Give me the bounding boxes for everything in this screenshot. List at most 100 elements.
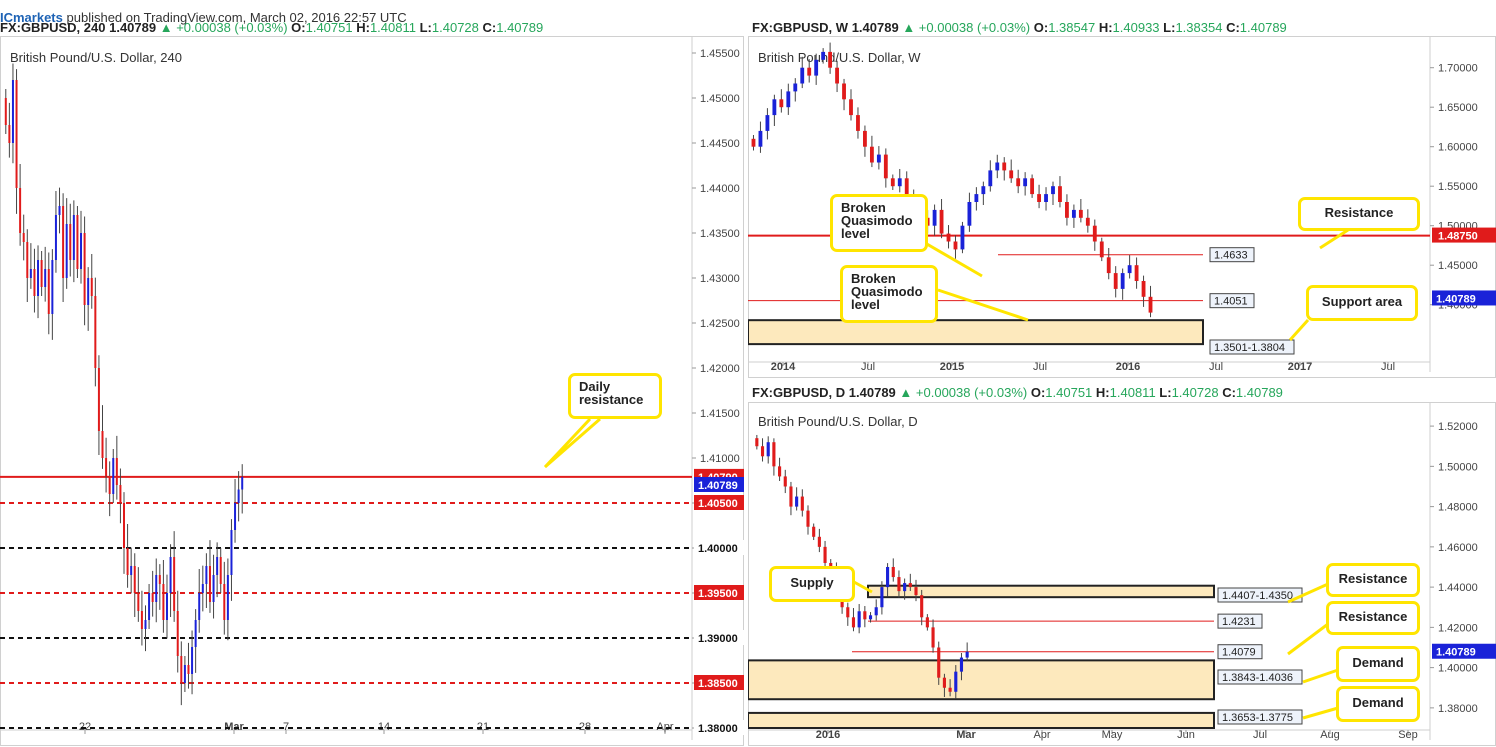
w-o-label: O: bbox=[1033, 19, 1049, 35]
candle-body bbox=[959, 657, 964, 672]
callout-weekly-resistance: Resistance bbox=[1298, 197, 1420, 231]
candle-body bbox=[137, 593, 140, 611]
candle-body bbox=[995, 162, 1000, 171]
candle-body bbox=[76, 215, 79, 269]
candle-body bbox=[857, 611, 861, 628]
w-close: 1.40789 bbox=[1239, 19, 1287, 35]
candle-body bbox=[920, 595, 924, 618]
candle-body bbox=[140, 611, 143, 629]
callout-pointer bbox=[1288, 318, 1310, 342]
candle-body bbox=[765, 115, 770, 131]
candle-body bbox=[19, 188, 22, 233]
zone-label: 1.4407-1.4350 bbox=[1222, 590, 1293, 602]
candle-body bbox=[908, 583, 912, 588]
y-tick-label: 1.41000 bbox=[700, 453, 740, 465]
candle-body bbox=[835, 67, 839, 84]
last-price-label: 1.40789 bbox=[1436, 647, 1476, 659]
x-tick-label: 2015 bbox=[940, 361, 964, 373]
d-c-label: C: bbox=[1222, 384, 1236, 400]
x-tick-label: Apr bbox=[1033, 729, 1050, 741]
candle-body bbox=[223, 584, 226, 620]
callout-supply: Supply bbox=[769, 566, 855, 602]
candle-body bbox=[814, 59, 819, 76]
candle-body bbox=[205, 566, 208, 584]
candle-body bbox=[130, 566, 133, 575]
y-tick-label: 1.44000 bbox=[1438, 582, 1478, 594]
candle-body bbox=[778, 466, 782, 477]
y-tick-label: 1.65000 bbox=[1438, 102, 1478, 114]
chart-title: British Pound/U.S. Dollar, D bbox=[758, 414, 918, 429]
last-price-label: 1.40789 bbox=[698, 480, 738, 492]
y-tick-label: 1.44000 bbox=[700, 183, 740, 195]
y-tick-label: 1.46000 bbox=[1438, 542, 1478, 554]
candle-body bbox=[44, 269, 47, 287]
y-tick-label: 1.44500 bbox=[700, 138, 740, 150]
candle-body bbox=[897, 577, 901, 592]
candle-body bbox=[1085, 217, 1090, 226]
y-tick-label: 1.42000 bbox=[1438, 622, 1478, 634]
candle-body bbox=[823, 546, 827, 563]
candle-body bbox=[119, 485, 122, 503]
x-tick-label: 2017 bbox=[1288, 361, 1312, 373]
y-tick-label: 1.43500 bbox=[700, 228, 740, 240]
candle-body bbox=[158, 575, 161, 584]
d-o-label: O: bbox=[1030, 384, 1046, 400]
candle-body bbox=[772, 442, 776, 467]
candle-body bbox=[869, 146, 874, 163]
left-last: 1.40789 bbox=[109, 19, 157, 35]
callout-daily-res-1: Resistance bbox=[1326, 563, 1420, 597]
candle-body bbox=[198, 593, 201, 620]
candle-body bbox=[806, 510, 810, 527]
candle-body bbox=[105, 458, 108, 476]
candle-body bbox=[758, 130, 763, 147]
candle-body bbox=[87, 278, 90, 305]
callout-daily-resistance: Daily resistance bbox=[568, 373, 662, 419]
candle-body bbox=[1134, 265, 1139, 281]
d-symbol: FX:GBPUSD, D bbox=[752, 384, 846, 400]
y-tick-label: 1.70000 bbox=[1438, 63, 1478, 75]
candle-body bbox=[856, 115, 860, 131]
d-open: 1.40751 bbox=[1045, 384, 1093, 400]
w-c-label: C: bbox=[1226, 19, 1240, 35]
y-tick-label: 1.45000 bbox=[700, 93, 740, 105]
h4-level-label: 1.39500 bbox=[698, 588, 738, 600]
y-tick-label: 1.38000 bbox=[1438, 703, 1478, 715]
candle-body bbox=[26, 242, 29, 278]
callout-pointer bbox=[1302, 706, 1339, 720]
zone-label: 1.3843-1.4036 bbox=[1222, 672, 1293, 684]
candle-body bbox=[176, 611, 179, 656]
d-last: 1.40789 bbox=[848, 384, 896, 400]
candle-body bbox=[772, 99, 777, 116]
h4-level-label: 1.38500 bbox=[698, 678, 738, 690]
candle-body bbox=[194, 620, 197, 647]
left-symbol: FX:GBPUSD, 240 bbox=[0, 19, 106, 35]
left-close: 1.40789 bbox=[496, 19, 544, 35]
candle-body bbox=[880, 587, 884, 608]
left-c-label: C: bbox=[482, 19, 497, 35]
candle-body bbox=[230, 530, 233, 575]
candle-body bbox=[1002, 162, 1007, 171]
candle-body bbox=[83, 233, 86, 305]
candle-body bbox=[1009, 170, 1014, 179]
candle-body bbox=[988, 170, 993, 187]
candle-body bbox=[800, 496, 804, 511]
h4-level-label: 1.40000 bbox=[698, 543, 738, 555]
candle-body bbox=[101, 431, 104, 458]
candle-body bbox=[939, 209, 944, 234]
candle-body bbox=[842, 83, 846, 100]
x-tick-label: 2014 bbox=[771, 361, 796, 373]
callout-daily-res-2: Resistance bbox=[1326, 601, 1420, 635]
chart-title: British Pound/U.S. Dollar, W bbox=[758, 50, 921, 65]
candle-body bbox=[981, 186, 986, 195]
candle-body bbox=[1106, 257, 1111, 274]
callout-pointer bbox=[543, 417, 601, 469]
zone-2 bbox=[748, 711, 1215, 729]
candle-body bbox=[173, 557, 176, 611]
candle-body bbox=[903, 583, 907, 592]
candle-body bbox=[162, 584, 165, 620]
h4-level-label: 1.39000 bbox=[698, 633, 738, 645]
level-label: 1.4079 bbox=[1222, 647, 1256, 659]
x-tick-label: Jul bbox=[1209, 361, 1223, 373]
x-tick-label: Mar bbox=[956, 729, 976, 741]
candle-body bbox=[212, 575, 215, 602]
